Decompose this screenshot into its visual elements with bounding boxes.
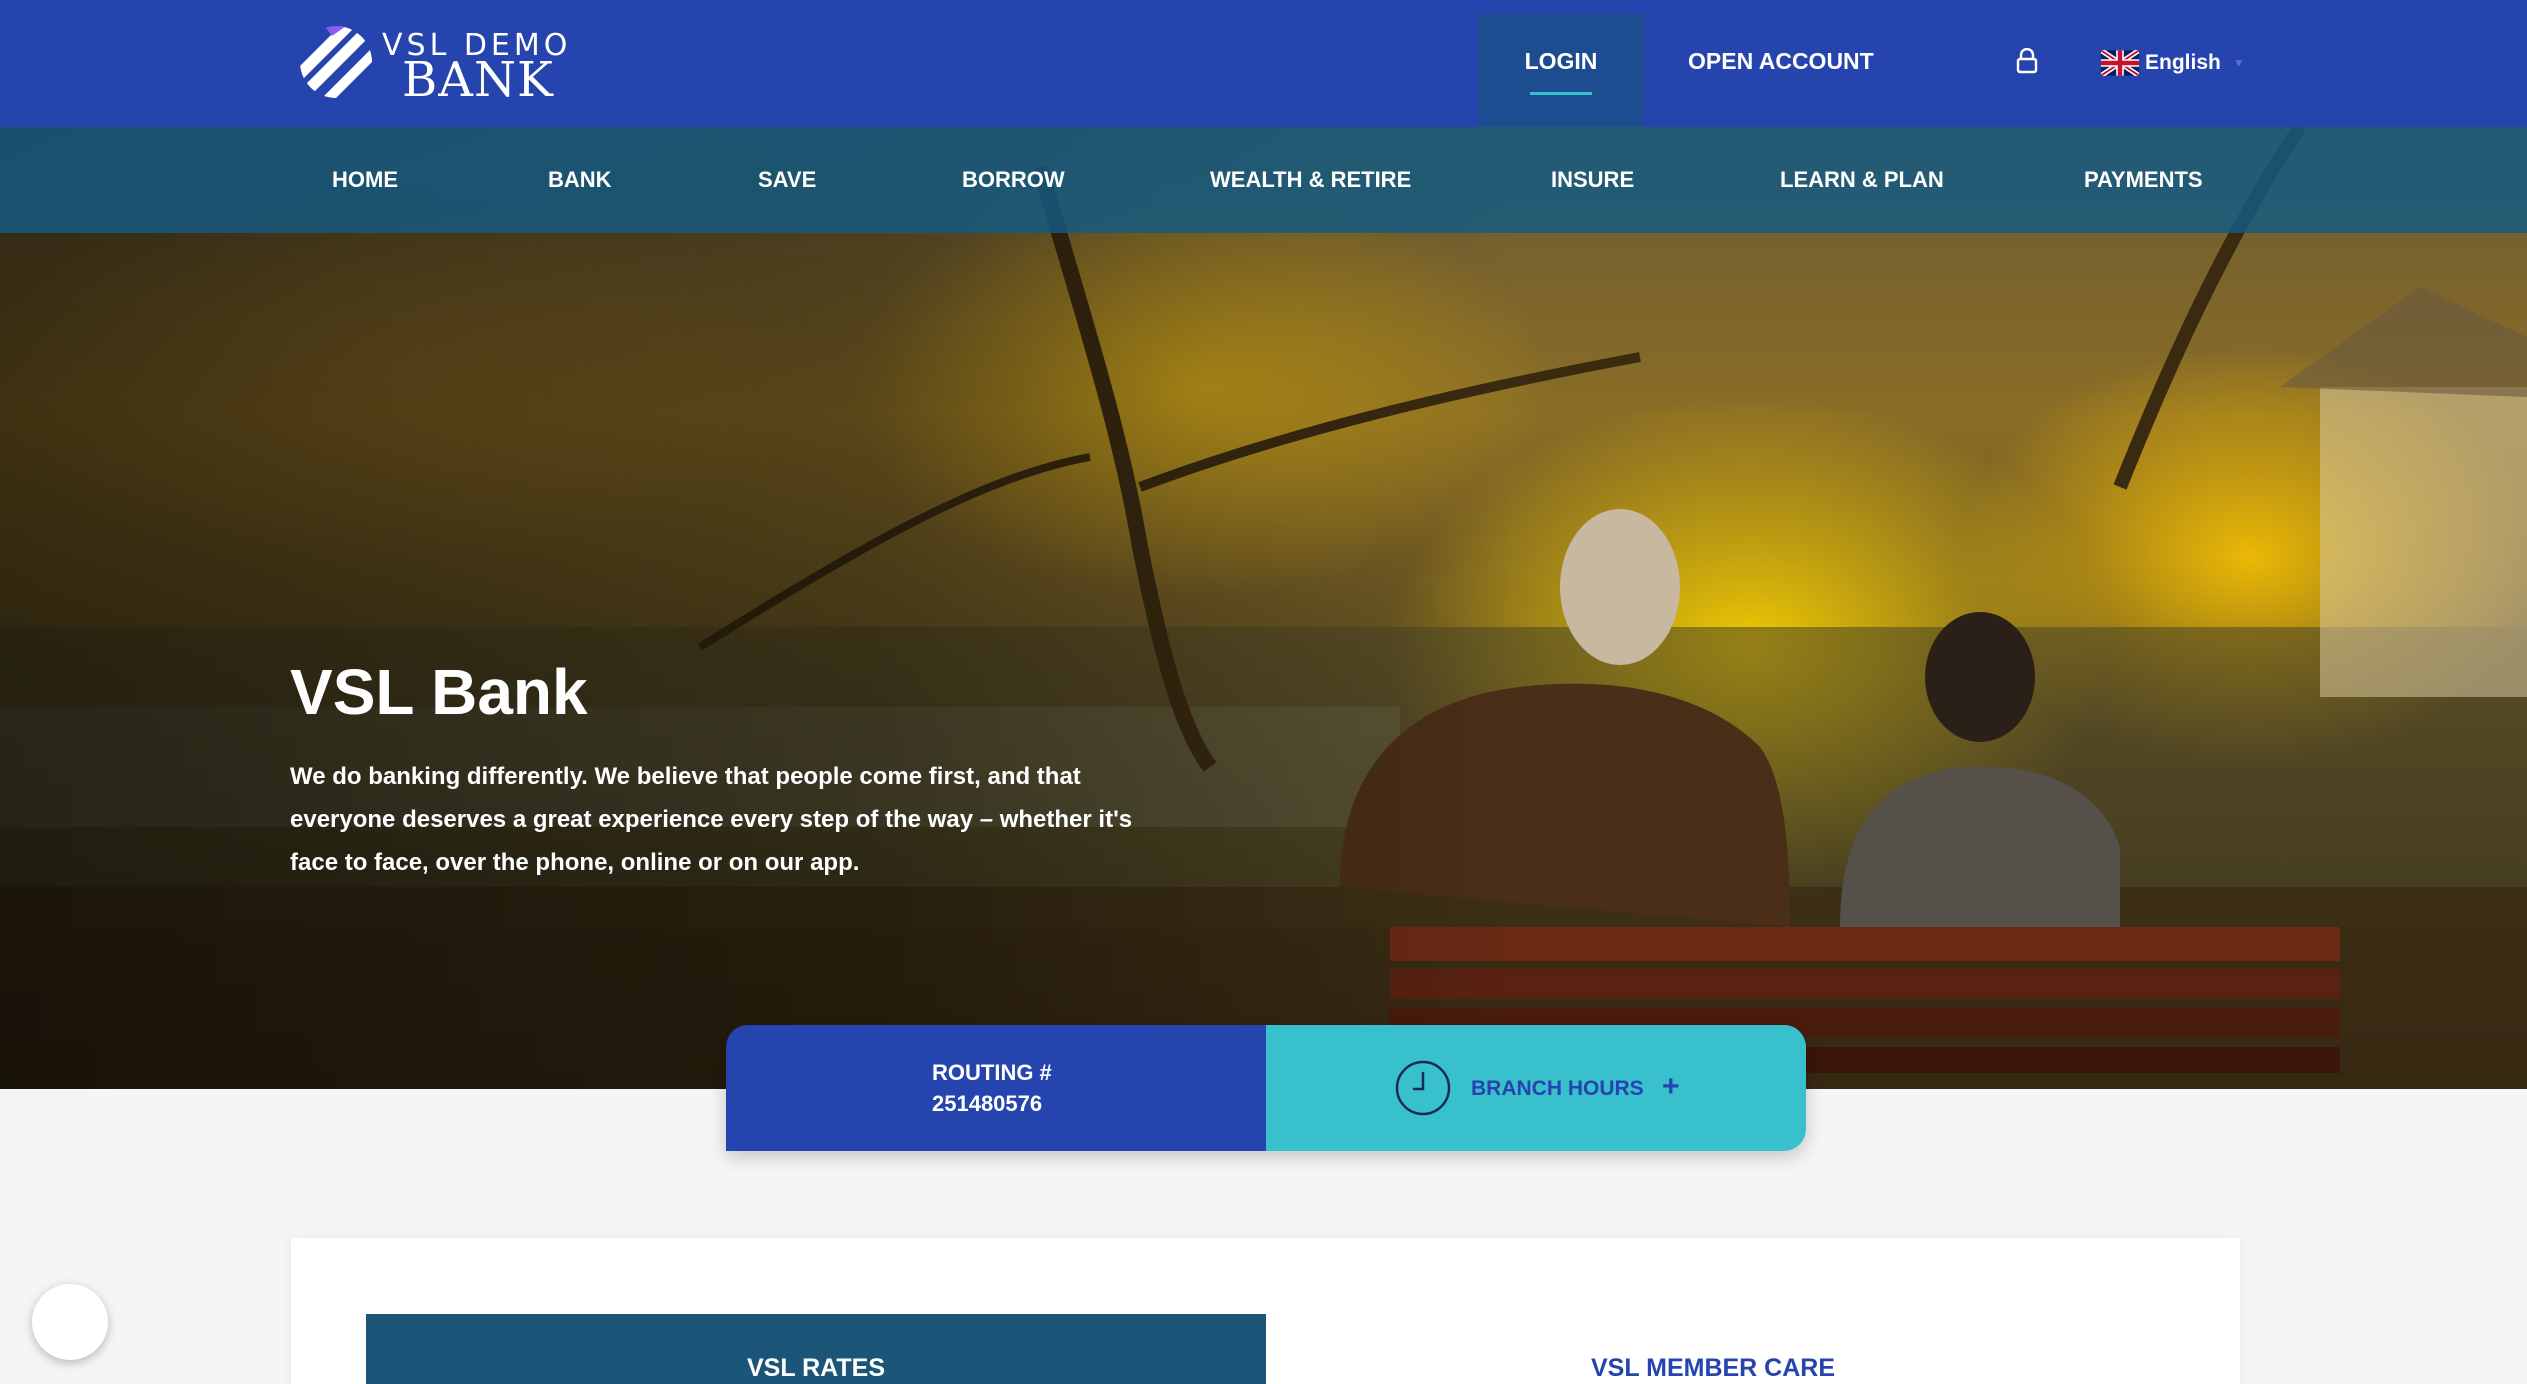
hero-banner: VSL Bank We do banking differently. We b… xyxy=(0,127,2527,1089)
nav-item-learn-plan[interactable]: LEARN & PLAN xyxy=(1780,167,1944,193)
branch-hours-toggle[interactable]: BRANCH HOURS + xyxy=(1266,1025,1806,1151)
routing-panel: ROUTING # 251480576 xyxy=(726,1025,1266,1151)
open-account-button[interactable]: OPEN ACCOUNT xyxy=(1688,48,1874,75)
routing-label: ROUTING # xyxy=(932,1060,1052,1085)
nav-item-bank[interactable]: BANK xyxy=(548,167,612,193)
logo-text-bottom: BANK xyxy=(402,52,554,108)
nav-item-wealth-retire[interactable]: WEALTH & RETIRE xyxy=(1210,167,1411,193)
nav-item-insure[interactable]: INSURE xyxy=(1551,167,1634,193)
rates-tab[interactable]: VSL RATES xyxy=(366,1314,1266,1384)
chat-icon[interactable] xyxy=(32,1284,108,1360)
nav-item-save[interactable]: SAVE xyxy=(758,167,816,193)
rates-label: VSL RATES xyxy=(747,1354,885,1382)
language-label: English xyxy=(2145,51,2221,74)
member-care-tab[interactable]: VSL MEMBER CARE xyxy=(1591,1354,1835,1383)
info-strip: ROUTING # 251480576 BRANCH HOURS + xyxy=(726,1025,1806,1151)
nav-item-payments[interactable]: PAYMENTS xyxy=(2084,167,2203,193)
lock-icon[interactable] xyxy=(2015,48,2039,74)
services-panel: VSL RATES VSL MEMBER CARE xyxy=(291,1238,2240,1384)
uk-flag-icon xyxy=(2101,50,2139,76)
chevron-down-icon: ▼ xyxy=(2232,56,2245,70)
hero-title: VSL Bank xyxy=(290,656,588,728)
main-nav: HOME BANK SAVE BORROW WEALTH & RETIRE IN… xyxy=(0,127,2527,233)
login-button[interactable]: LOGIN xyxy=(1478,14,1644,127)
logo[interactable]: VSL DEMO BANK xyxy=(296,22,567,108)
routing-number: 251480576 xyxy=(932,1091,1043,1116)
nav-item-borrow[interactable]: BORROW xyxy=(962,167,1065,193)
plus-icon: + xyxy=(1662,1070,1680,1103)
branch-hours-label: BRANCH HOURS xyxy=(1471,1077,1644,1100)
hero-overlay xyxy=(0,127,2527,1089)
top-bar: VSL DEMO BANK LOGIN OPEN ACCOUNT English… xyxy=(0,0,2527,127)
logo-mark-icon xyxy=(300,26,372,98)
login-label: LOGIN xyxy=(1524,48,1598,74)
login-active-indicator xyxy=(1530,92,1592,95)
language-selector[interactable]: English ▼ xyxy=(2101,48,2245,78)
clock-icon xyxy=(1395,1060,1451,1116)
hero-description: We do banking differently. We believe th… xyxy=(290,763,1133,876)
nav-item-home[interactable]: HOME xyxy=(332,167,398,193)
